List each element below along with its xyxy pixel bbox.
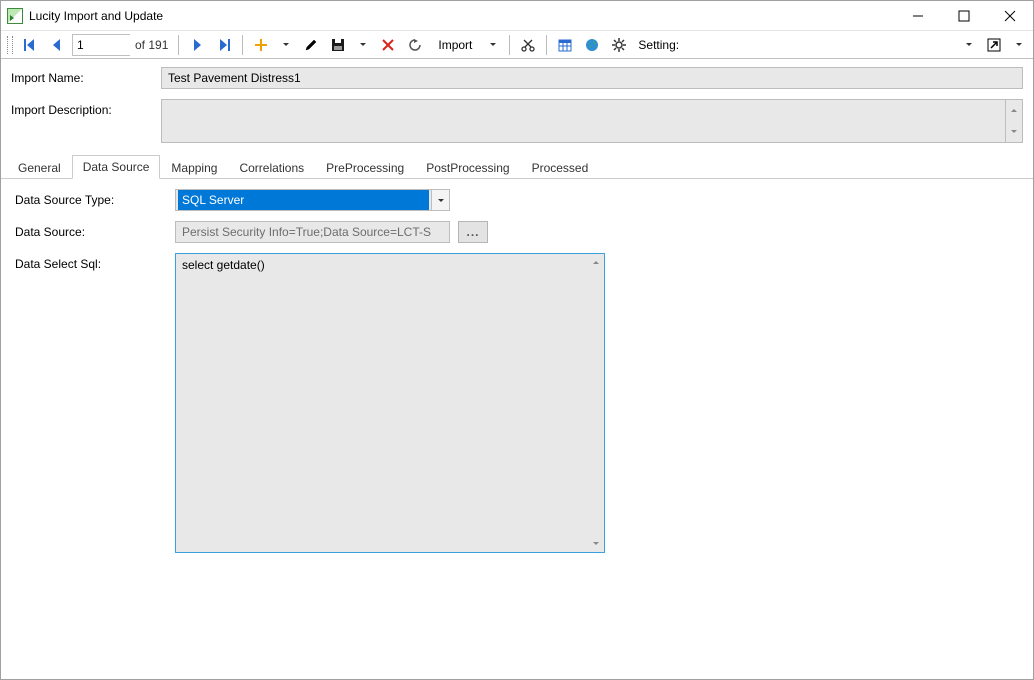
scroll-down-button[interactable]: [1006, 121, 1022, 142]
scroll-up-button[interactable]: [587, 254, 604, 271]
tab-body-data-source: Data Source Type: SQL Server Data Source…: [1, 179, 1033, 679]
data-select-sql-label: Data Select Sql:: [15, 253, 175, 271]
page-total-label: of 191: [135, 38, 168, 52]
close-icon: [1002, 8, 1018, 24]
header-fields: Import Name: Import Description:: [1, 59, 1033, 153]
chevron-up-icon: [593, 261, 599, 264]
caret-down-icon: [438, 199, 444, 202]
add-dropdown[interactable]: [276, 34, 296, 56]
nav-last-icon: [216, 37, 232, 53]
app-icon: [7, 8, 23, 24]
import-name-input[interactable]: [161, 67, 1023, 89]
import-description-input[interactable]: [161, 99, 1023, 143]
nav-next-button[interactable]: [185, 34, 209, 56]
calendar-button[interactable]: [553, 34, 577, 56]
toolbar: of 191 Import: [1, 31, 1033, 59]
chevron-up-icon: [1011, 109, 1017, 112]
refresh-button[interactable]: [403, 34, 427, 56]
datasource-type-label: Data Source Type:: [15, 193, 175, 207]
save-icon: [330, 37, 346, 53]
datasource-input[interactable]: [175, 221, 450, 243]
nav-prev-icon: [49, 37, 65, 53]
gear-icon: [611, 37, 627, 53]
page-number-input[interactable]: [72, 34, 130, 56]
maximize-button[interactable]: [941, 1, 987, 30]
import-description-label: Import Description:: [11, 99, 161, 117]
caret-down-icon: [490, 43, 496, 46]
nav-last-button[interactable]: [212, 34, 236, 56]
scroll-down-button[interactable]: [587, 535, 604, 552]
caret-down-icon: [1016, 43, 1022, 46]
data-select-sql-box: [175, 253, 605, 553]
tab-general[interactable]: General: [7, 156, 72, 179]
app-window: Lucity Import and Update of 191: [0, 0, 1034, 680]
caret-down-icon: [966, 43, 972, 46]
nav-prev-button[interactable]: [45, 34, 69, 56]
sql-scrollbar[interactable]: [587, 254, 604, 552]
delete-x-icon: [380, 37, 396, 53]
title-bar: Lucity Import and Update: [1, 1, 1033, 31]
toolbar-divider: [546, 35, 547, 55]
chevron-down-icon: [1011, 130, 1017, 133]
minimize-button[interactable]: [895, 1, 941, 30]
import-dropdown[interactable]: [483, 34, 503, 56]
tab-data-source[interactable]: Data Source: [72, 155, 161, 179]
import-button[interactable]: Import: [430, 34, 480, 56]
globe-button[interactable]: [580, 34, 604, 56]
add-button[interactable]: [249, 34, 273, 56]
delete-button[interactable]: [376, 34, 400, 56]
nav-next-icon: [189, 37, 205, 53]
pencil-icon: [303, 37, 319, 53]
import-name-label: Import Name:: [11, 67, 161, 85]
refresh-icon: [407, 37, 423, 53]
tab-processed[interactable]: Processed: [521, 156, 600, 179]
datasource-type-combo[interactable]: SQL Server: [175, 189, 450, 211]
maximize-icon: [956, 8, 972, 24]
data-select-sql-input[interactable]: [176, 254, 604, 552]
tab-mapping[interactable]: Mapping: [160, 156, 228, 179]
nav-first-icon: [22, 37, 38, 53]
globe-icon: [584, 37, 600, 53]
combo-dropdown-button[interactable]: [431, 190, 449, 210]
tab-strip: General Data Source Mapping Correlations…: [1, 153, 1033, 179]
tab-preprocessing[interactable]: PreProcessing: [315, 156, 415, 179]
popout-button[interactable]: [982, 34, 1006, 56]
settings-gear-button[interactable]: [607, 34, 631, 56]
tab-correlations[interactable]: Correlations: [228, 156, 315, 179]
minimize-icon: [910, 8, 926, 24]
datasource-type-value: SQL Server: [178, 190, 429, 210]
save-button[interactable]: [326, 34, 350, 56]
popout-dropdown[interactable]: [1009, 34, 1029, 56]
toolbar-divider: [242, 35, 243, 55]
scissors-icon: [520, 37, 536, 53]
nav-first-button[interactable]: [18, 34, 42, 56]
caret-down-icon: [360, 43, 366, 46]
calendar-icon: [557, 37, 573, 53]
datasource-label: Data Source:: [15, 225, 175, 239]
window-title: Lucity Import and Update: [29, 9, 163, 23]
plus-icon: [253, 37, 269, 53]
setting-label: Setting:: [634, 38, 683, 52]
toolbar-grip: [7, 36, 13, 54]
desc-scrollbar[interactable]: [1005, 100, 1022, 142]
cut-button[interactable]: [516, 34, 540, 56]
scroll-up-button[interactable]: [1006, 100, 1022, 121]
caret-down-icon: [283, 43, 289, 46]
tab-postprocessing[interactable]: PostProcessing: [415, 156, 520, 179]
chevron-down-icon: [593, 542, 599, 545]
toolbar-divider: [178, 35, 179, 55]
toolbar-divider: [509, 35, 510, 55]
close-button[interactable]: [987, 1, 1033, 30]
edit-button[interactable]: [299, 34, 323, 56]
popout-icon: [986, 37, 1002, 53]
right-dropdown[interactable]: [959, 34, 979, 56]
datasource-browse-button[interactable]: ...: [458, 221, 488, 243]
save-dropdown[interactable]: [353, 34, 373, 56]
